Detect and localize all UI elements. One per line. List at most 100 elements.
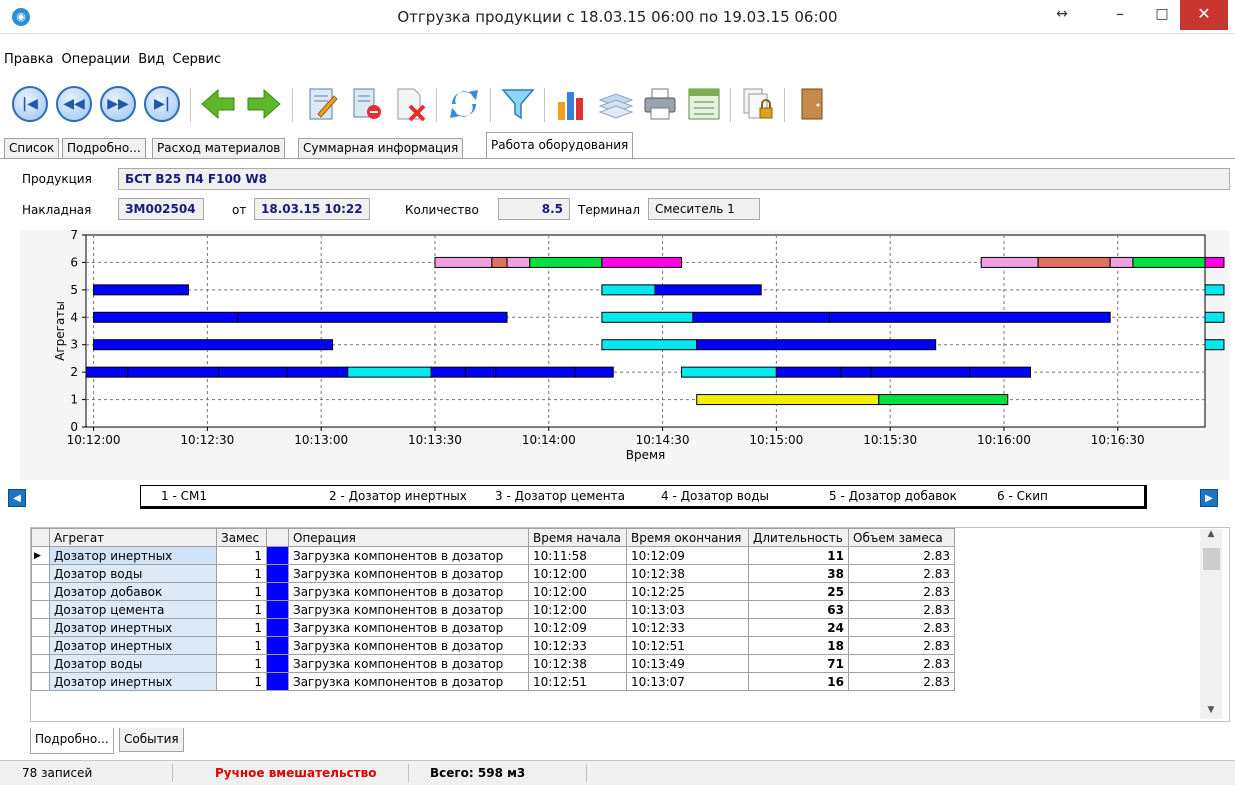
gantt-bar [692,311,830,323]
status-divider [172,764,173,782]
column-header[interactable]: Время начала [528,528,627,547]
edit-notebook-icon[interactable] [304,86,340,122]
tab-details[interactable]: Подробно... [62,138,146,158]
table-cell: Загрузка компонентов в дозатор [288,636,529,655]
table-row[interactable]: Дозатор цемента 1 Загрузка компонентов в д… [31,600,955,619]
column-header[interactable]: Операция [288,528,529,547]
scrollbar-thumb[interactable] [1203,548,1220,570]
prev-page-icon[interactable]: ◀◀ [56,86,92,122]
terminal-label: Терминал [578,203,641,217]
column-header[interactable]: Агрегат [49,528,217,547]
row-selector[interactable] [31,618,50,637]
table-cell: 38 [748,564,849,583]
table-row[interactable]: Дозатор воды 1 Загрузка компонентов в доза… [31,564,955,583]
next-page-icon[interactable]: ▶▶ [100,86,136,122]
first-record-icon[interactable]: |◀ [12,86,48,122]
column-header[interactable]: Длительность [748,528,849,547]
last-record-icon[interactable]: ▶| [144,86,180,122]
table-row[interactable]: Дозатор инертных 1 Загрузка компонентов в … [31,618,955,637]
y-tick-label: 1 [70,393,78,407]
y-tick-label: 2 [70,365,78,379]
delete-document-icon[interactable] [348,86,384,122]
table-cell: 2.83 [848,582,955,601]
status-divider [586,764,587,782]
exit-door-icon[interactable] [794,86,830,122]
y-tick-label: 4 [70,310,78,324]
cancel-document-icon[interactable] [392,86,428,122]
print-icon[interactable] [642,86,678,122]
table-cell: 10:13:03 [626,600,749,619]
menu-view[interactable]: Вид [134,52,168,67]
row-selector[interactable] [31,654,50,673]
row-selector[interactable] [31,672,50,691]
tab-bottom-details[interactable]: Подробно... [30,728,114,754]
lock-copy-icon[interactable] [740,86,776,122]
minimize-button[interactable]: – [1100,0,1140,30]
y-tick-label: 6 [70,255,78,269]
legend-left-button[interactable]: ◀ [8,489,26,507]
column-header[interactable]: Объем замеса [848,528,955,547]
refresh-icon[interactable] [446,86,482,122]
tab-bar: Список Подробно... Расход материалов Сум… [4,132,704,158]
gantt-bar [464,366,497,378]
legend-item: 2 - Дозатор инертных [329,489,467,503]
toolbar-separator [784,88,785,122]
table-cell: 25 [748,582,849,601]
tab-list[interactable]: Список [4,138,60,158]
row-selector[interactable]: ▶ [31,546,50,565]
table-row[interactable]: ▶ Дозатор инертных 1 Загрузка компонентов в… [31,546,955,565]
row-selector[interactable] [31,564,50,583]
gantt-bar [529,256,603,268]
y-tick-label: 3 [70,338,78,352]
toolbar-separator [730,88,731,122]
filter-icon[interactable] [500,86,536,122]
resize-button[interactable]: ↔ [1042,0,1082,30]
maximize-button[interactable]: □ [1142,0,1182,30]
export-icon[interactable] [686,86,722,122]
row-selector[interactable] [31,636,50,655]
column-header[interactable]: Время окончания [626,528,749,547]
table-cell: 24 [748,618,849,637]
menu-operations[interactable]: Операции [57,52,134,67]
tab-summary[interactable]: Суммарная информация [298,138,464,158]
gantt-bar [434,256,493,268]
gantt-bar [574,366,614,378]
row-selector[interactable] [31,582,50,601]
table-row[interactable]: Дозатор воды 1 Загрузка компонентов в доза… [31,654,955,673]
menu-service[interactable]: Сервис [169,52,226,67]
gantt-bar [93,284,189,296]
gantt-bar [1109,256,1134,268]
row-selector[interactable] [31,600,50,619]
menu-edit[interactable]: Правка [0,52,57,67]
tab-materials[interactable]: Расход материалов [152,138,286,158]
scroll-down-icon[interactable]: ▼ [1200,705,1222,715]
back-arrow-icon[interactable] [200,86,236,122]
tab-bottom-events[interactable]: События [119,728,184,752]
legend-right-button[interactable]: ▶ [1200,489,1218,507]
invoice-field: ЗМ002504 [118,198,204,220]
table-row[interactable]: Дозатор добавок 1 Загрузка компонентов в д… [31,582,955,601]
column-header[interactable] [266,528,289,547]
chart-legend: 1 - СМ1 2 - Дозатор инертных 3 - Дозатор… [140,485,1147,509]
forward-arrow-icon[interactable] [246,86,282,122]
x-tick-label: 10:14:30 [636,433,690,447]
operations-grid: Агрегат Замес Операция Время начала Врем… [30,527,1230,722]
gantt-bar [1204,284,1225,296]
title-bar: ◉ Отгрузка продукции с 18.03.15 06:00 по… [0,0,1235,34]
table-cell: Загрузка компонентов в дозатор [288,672,529,691]
close-button[interactable]: ✕ [1180,0,1228,30]
quantity-label: Количество [405,203,479,217]
tab-equipment[interactable]: Работа оборудования [486,132,634,158]
color-swatch [266,546,289,565]
table-row[interactable]: Дозатор инертных 1 Загрузка компонентов в … [31,636,955,655]
table-row[interactable]: Дозатор инертных 1 Загрузка компонентов в … [31,672,955,691]
table-cell: 11 [748,546,849,565]
layers-icon[interactable] [598,86,634,122]
table-cell: Загрузка компонентов в дозатор [288,564,529,583]
chart-icon[interactable] [554,86,590,122]
invoice-label: Накладная [22,203,92,217]
scroll-up-icon[interactable]: ▲ [1200,529,1222,539]
column-header[interactable]: Замес [216,528,267,547]
gantt-bar [601,284,656,296]
x-tick-label: 10:12:30 [180,433,234,447]
